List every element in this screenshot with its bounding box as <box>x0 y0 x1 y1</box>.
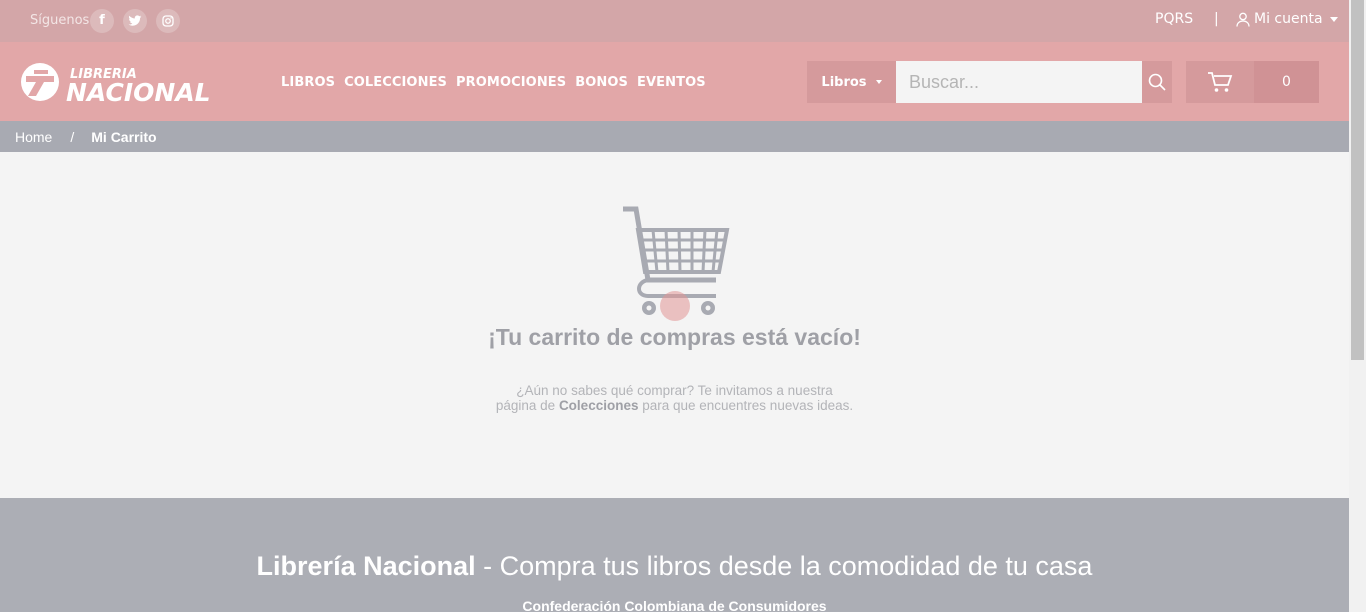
topbar-separator: | <box>1214 11 1219 27</box>
breadcrumb-home[interactable]: Home <box>15 129 52 145</box>
footer-subtitle: Confederación Colombiana de Consumidores <box>522 598 827 612</box>
follow-label: Síguenos <box>30 13 90 28</box>
nav-bonos[interactable]: BONOS <box>575 75 628 90</box>
account-label: Mi cuenta <box>1254 11 1323 27</box>
pqrs-link[interactable]: PQRS <box>1155 11 1193 27</box>
nav-colecciones[interactable]: COLECCIONES <box>344 75 447 90</box>
search-input[interactable] <box>896 61 1142 103</box>
top-bar: Síguenos f PQRS | Mi cuenta <box>0 0 1349 42</box>
empty-cart-message: ¿Aún no sabes qué comprar? Te invitamos … <box>495 383 854 413</box>
facebook-icon[interactable]: f <box>90 9 114 33</box>
nav-eventos[interactable]: EVENTOS <box>637 75 706 90</box>
breadcrumb-current: Mi Carrito <box>91 128 157 145</box>
scrollbar[interactable] <box>1349 0 1366 612</box>
colecciones-link[interactable]: Colecciones <box>559 398 639 413</box>
main-nav: LIBROS COLECCIONES PROMOCIONES BONOS EVE… <box>281 75 715 90</box>
footer-title: Librería Nacional - Compra tus libros de… <box>256 551 1093 581</box>
cart-content: ¡Tu carrito de compras está vacío! ¿Aún … <box>0 152 1349 498</box>
cart-icon <box>1208 72 1233 92</box>
brand-logo[interactable]: LIBRERIA NACIONAL <box>14 62 216 107</box>
nav-promociones[interactable]: PROMOCIONES <box>456 75 566 90</box>
chevron-down-icon <box>875 80 882 84</box>
scrollbar-thumb[interactable] <box>1351 0 1364 360</box>
breadcrumb-separator: / <box>70 128 75 145</box>
footer: Librería Nacional - Compra tus libros de… <box>0 498 1349 612</box>
main-header: LIBRERIA NACIONAL LIBROS COLECCIONES PRO… <box>0 42 1349 122</box>
cart-button[interactable]: 0 <box>1186 61 1319 103</box>
user-icon <box>1236 12 1250 27</box>
cursor-indicator <box>660 291 690 321</box>
nav-libros[interactable]: LIBROS <box>281 75 335 90</box>
twitter-icon[interactable] <box>123 9 147 33</box>
search-category-select[interactable]: Libros <box>807 61 896 103</box>
search-button[interactable] <box>1142 61 1172 103</box>
account-menu[interactable]: Mi cuenta <box>1236 11 1338 27</box>
breadcrumb: Home / Mi Carrito <box>0 121 1349 152</box>
chevron-down-icon <box>1329 16 1338 22</box>
svg-text:NACIONAL: NACIONAL <box>66 78 211 104</box>
instagram-icon[interactable] <box>156 9 180 33</box>
search-category-label: Libros <box>821 74 867 90</box>
cart-count-badge: 0 <box>1254 61 1319 103</box>
empty-cart-title: ¡Tu carrito de compras está vacío! <box>488 324 861 350</box>
search-icon <box>1148 73 1166 91</box>
